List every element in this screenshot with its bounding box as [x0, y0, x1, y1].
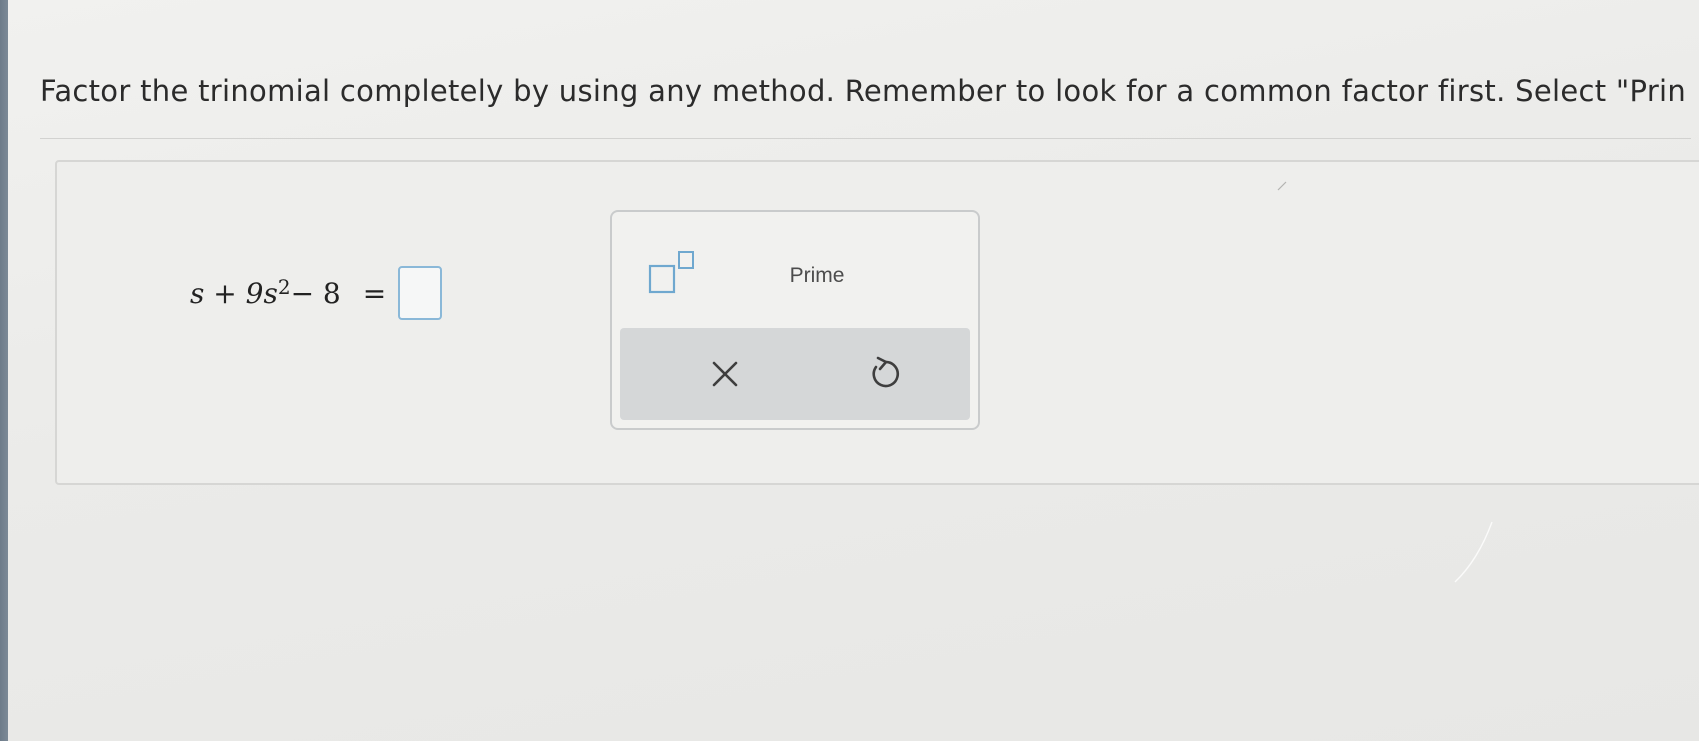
equation: s + 9s 2 − 8 =	[190, 266, 443, 320]
equation-exponent: 2	[277, 275, 291, 299]
equals-sign: =	[362, 276, 387, 310]
exponent-template-button[interactable]	[644, 246, 702, 300]
equation-lhs-suffix: − 8	[290, 276, 341, 310]
equation-lhs-prefix: s + 9s	[190, 276, 278, 310]
undo-icon	[872, 356, 900, 388]
header-divider	[40, 138, 1691, 139]
superscript-template-icon	[648, 251, 694, 294]
undo-button[interactable]	[850, 346, 920, 402]
math-palette: Prime	[610, 210, 980, 430]
close-icon	[712, 361, 738, 387]
answer-input[interactable]	[398, 266, 443, 320]
prime-button[interactable]: Prime	[752, 256, 882, 296]
palette-action-bar	[620, 328, 970, 420]
question-instruction: Factor the trinomial completely by using…	[40, 74, 1687, 108]
clear-button[interactable]	[690, 346, 760, 402]
